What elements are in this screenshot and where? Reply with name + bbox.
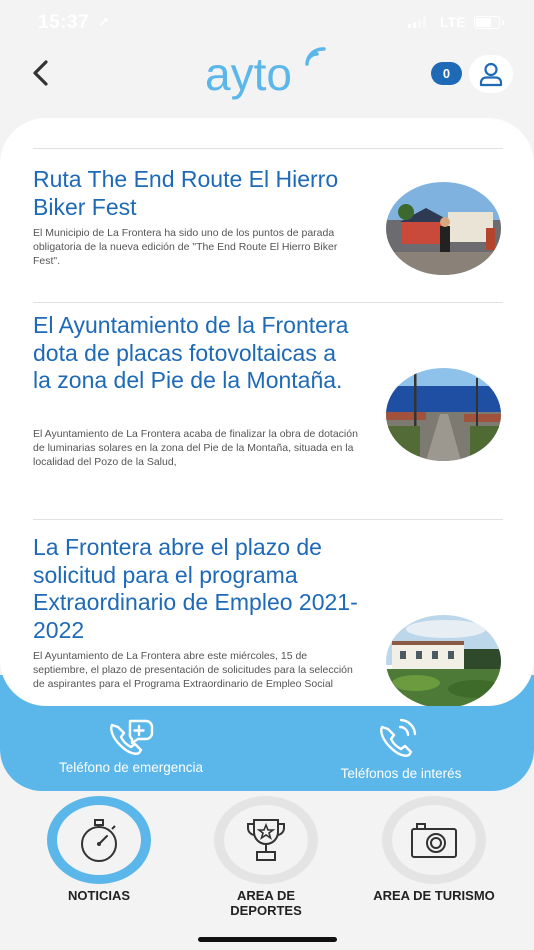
tab-deportes[interactable]: [214, 796, 318, 884]
news-thumbnail: [386, 182, 501, 275]
tab-label-noticias: NOTICIAS: [67, 888, 131, 903]
back-button[interactable]: [26, 58, 56, 88]
chevron-left-icon: [33, 60, 48, 86]
divider: [33, 519, 503, 520]
status-bar: 15:37 ➚ LTE: [0, 0, 534, 44]
news-summary: El Ayuntamiento de La Frontera acaba de …: [33, 428, 358, 469]
phone-ringing-icon: [374, 717, 424, 762]
app-logo: ayto: [203, 46, 333, 100]
notification-badge[interactable]: 0: [431, 62, 462, 85]
signal-icon: [408, 16, 426, 28]
news-summary: El Ayuntamiento de La Frontera abre este…: [33, 650, 353, 691]
network-type: LTE: [440, 14, 466, 30]
news-title[interactable]: La Frontera abre el plazo de solicitud p…: [33, 534, 359, 644]
news-title[interactable]: El Ayuntamiento de la Frontera dota de p…: [33, 312, 359, 395]
camera-icon: [392, 805, 476, 875]
news-list: Ruta The End Route El Hierro Biker Fest …: [0, 118, 534, 706]
news-summary: El Municipio de La Frontera ha sido uno …: [33, 227, 338, 268]
news-thumbnail: [386, 368, 501, 461]
news-thumbnail: [386, 615, 501, 706]
status-time: 15:37: [38, 12, 90, 33]
interest-phones-link[interactable]: Teléfonos de interés: [306, 766, 496, 781]
logo-text: ayto: [205, 48, 292, 100]
home-indicator: [198, 937, 337, 942]
tab-noticias[interactable]: [47, 796, 151, 884]
stopwatch-icon: [57, 805, 141, 875]
divider: [33, 302, 503, 303]
emergency-phone-icon: [106, 717, 156, 762]
profile-button[interactable]: [469, 55, 513, 93]
divider: [33, 148, 503, 149]
battery-icon: [474, 16, 504, 29]
tab-label-turismo: AREA DE TURISMO: [373, 888, 495, 903]
tab-label-deportes: AREA DE DEPORTES: [230, 888, 302, 918]
location-arrow-icon: ➚: [98, 13, 110, 29]
trophy-icon: [224, 805, 308, 875]
news-title[interactable]: Ruta The End Route El Hierro Biker Fest: [33, 166, 359, 221]
user-icon: [479, 62, 503, 87]
tab-turismo[interactable]: [382, 796, 486, 884]
emergency-phone-link[interactable]: Teléfono de emergencia: [36, 760, 226, 775]
